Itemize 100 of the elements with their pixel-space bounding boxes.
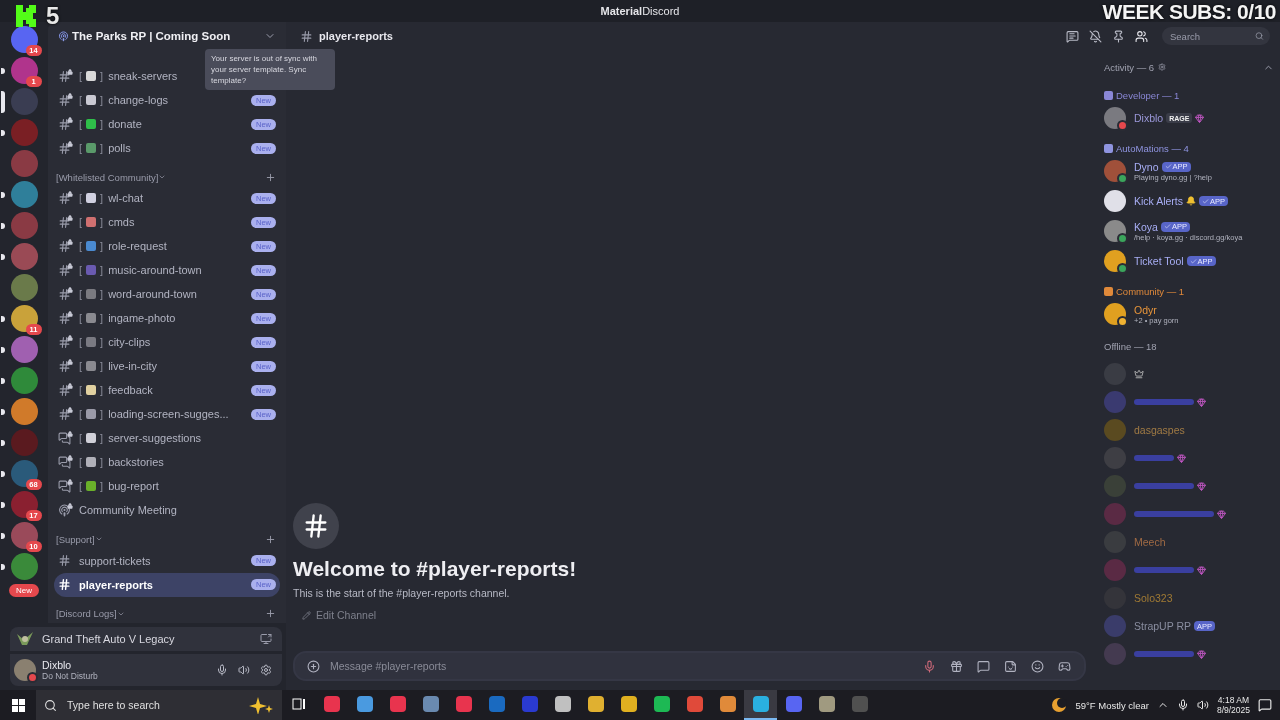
member-name: Solo323: [1134, 592, 1173, 604]
server-icon[interactable]: [10, 274, 38, 301]
bracket: ]: [100, 432, 104, 445]
taskbar-app[interactable]: [744, 690, 777, 720]
bracket: ]: [100, 480, 104, 493]
bracket: ]: [100, 336, 104, 349]
moon-icon: [1051, 697, 1068, 713]
channel-name: loading-screen-sugges...: [108, 408, 229, 421]
hash-icon: [293, 503, 339, 549]
taskbar-search-field[interactable]: Type here to search: [36, 690, 282, 720]
bracket: ]: [100, 142, 104, 154]
search-field[interactable]: Search: [1162, 27, 1270, 45]
server-name[interactable]: The Parks RP | Coming Soon: [72, 30, 261, 42]
bracket: [: [79, 192, 83, 205]
channel-name: support-tickets: [79, 554, 151, 567]
bracket: ]: [100, 456, 104, 469]
check-icon: [1164, 163, 1172, 170]
bracket: ]: [100, 70, 104, 82]
bracket: [: [79, 360, 83, 373]
screen-share-icon[interactable]: [260, 633, 272, 645]
member-avatar: [1104, 643, 1126, 665]
category-label[interactable]: [Discord Logs]: [56, 608, 117, 620]
add-icon[interactable]: [307, 659, 320, 673]
section-title: Offline — 18: [1104, 340, 1157, 352]
message-input[interactable]: Message #player-reports: [328, 659, 912, 673]
role-title: Community — 1: [1116, 285, 1185, 297]
channel-name: donate: [108, 118, 142, 130]
role-title: AutoMations — 4: [1116, 142, 1189, 154]
bracket: ]: [100, 408, 104, 421]
channel-title: player-reports: [319, 30, 394, 42]
check-icon: [1202, 197, 1209, 205]
channel-item[interactable]: [ ] sneak-servers: [54, 64, 182, 88]
hash-icon: [300, 29, 313, 43]
new-pill[interactable]: New: [9, 584, 39, 597]
channel-name: polls: [108, 142, 131, 154]
user-avatar[interactable]: [14, 659, 36, 681]
channel-name: cmds: [108, 216, 135, 229]
bracket: ]: [100, 264, 104, 277]
bracket: [: [79, 142, 83, 154]
game-icon: [16, 631, 34, 647]
emoji-button[interactable]: [1028, 657, 1047, 675]
bracket: [: [79, 384, 83, 397]
user-status: Do Not Disturb: [42, 671, 99, 681]
bracket: [: [79, 288, 83, 301]
bracket: [: [79, 240, 83, 253]
bracket: ]: [100, 240, 104, 253]
channel-name: change-logs: [108, 94, 169, 106]
search-icon[interactable]: [44, 698, 57, 712]
k-logo-icon: [14, 4, 38, 28]
member-name: Kick Alerts: [1134, 195, 1183, 207]
channel-name: backstories: [108, 456, 164, 469]
channel-item[interactable]: [ ] bug-report: [54, 474, 163, 499]
clock-date[interactable]: 8/9/2025: [1216, 705, 1250, 715]
channel-item[interactable]: Community Meeting: [54, 498, 181, 523]
section-title: Activity — 6: [1104, 61, 1155, 73]
category-label[interactable]: [Support]: [56, 534, 95, 545]
member-avatar: [1104, 615, 1126, 637]
channel-item[interactable]: [ ] backstories: [54, 450, 168, 475]
bracket: ]: [100, 118, 104, 130]
bracket: [: [79, 312, 83, 325]
tooltip: Your server is out of sync with your server template. Sync template?: [205, 49, 335, 90]
channel-name: Community Meeting: [79, 504, 177, 517]
clock-time[interactable]: 4:18 AM: [1217, 695, 1250, 705]
mic-icon[interactable]: [1176, 699, 1189, 711]
member-name: Dixblo: [1134, 112, 1164, 124]
channel-name: music-around-town: [108, 264, 202, 277]
member-item[interactable]: Solo323: [1104, 585, 1274, 611]
speaker-button[interactable]: [236, 662, 252, 678]
bracket: [: [79, 480, 83, 493]
bracket: ]: [100, 384, 104, 397]
bracket: [: [79, 264, 83, 277]
volume-icon[interactable]: [1196, 699, 1209, 711]
taskbar-search-input[interactable]: Type here to search: [65, 698, 240, 712]
mute-button[interactable]: [1087, 27, 1104, 45]
check-icon: [1163, 223, 1171, 230]
message-field[interactable]: Message #player-reports: [293, 651, 1086, 681]
member-name: Meech: [1134, 536, 1166, 548]
add-channel-icon[interactable]: [265, 608, 276, 620]
member-item[interactable]: dasgaspes: [1104, 417, 1274, 443]
channel-name: role-request: [108, 240, 167, 253]
category-label[interactable]: [Whitelisted Community]: [56, 171, 159, 183]
member-avatar: [1104, 419, 1126, 441]
member-avatar: [1104, 559, 1126, 581]
bracket: ]: [100, 312, 104, 325]
member-name: Odyr: [1134, 303, 1157, 316]
member-name: StrapUP RP: [1134, 620, 1191, 632]
channel-name: bug-report: [108, 480, 159, 493]
role-title: Developer — 1: [1116, 89, 1180, 101]
channel-name: wl-chat: [108, 192, 143, 205]
bracket: ]: [100, 360, 104, 373]
task-view-icon: [291, 698, 306, 710]
notifications-icon[interactable]: [1258, 698, 1272, 712]
channel-item[interactable]: [ ] server-suggestions: [54, 426, 206, 451]
add-channel-icon[interactable]: [265, 171, 276, 183]
search-input[interactable]: Search: [1168, 29, 1256, 43]
add-channel-icon[interactable]: [265, 534, 276, 545]
settings-button[interactable]: [258, 662, 274, 678]
edit-channel-link[interactable]: Edit Channel: [302, 609, 377, 621]
channel-name: player-reports: [79, 578, 153, 591]
settings-icon: [1158, 63, 1167, 71]
